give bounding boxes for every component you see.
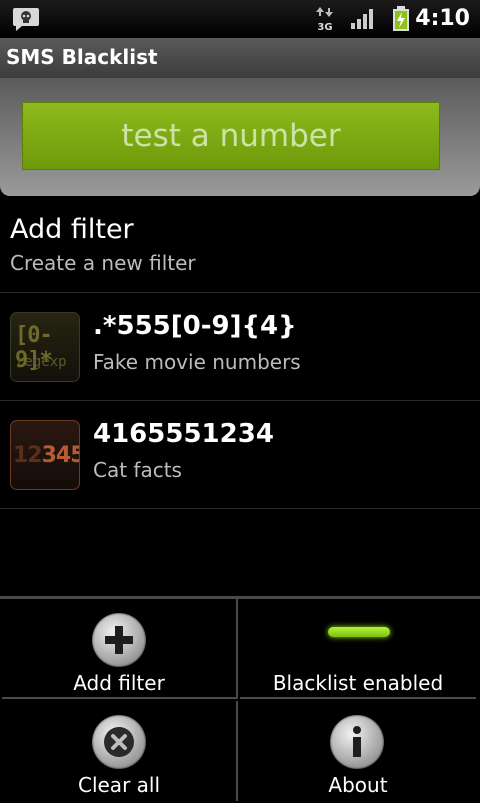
- menu-add-filter[interactable]: Add filter: [2, 599, 238, 699]
- signal-strength-icon: [351, 9, 373, 29]
- menu-about[interactable]: About: [240, 701, 476, 801]
- number-icon: 12345: [10, 420, 80, 490]
- add-filter-subtitle: Create a new filter: [10, 251, 196, 275]
- add-filter-row[interactable]: Add filter Create a new filter: [0, 196, 480, 293]
- filter-description: Fake movie numbers: [93, 350, 301, 374]
- list-item[interactable]: [0-9]* regexp .*555[0-9]{4} Fake movie n…: [0, 293, 480, 401]
- svg-text:3G: 3G: [317, 22, 332, 32]
- menu-add-filter-label: Add filter: [73, 671, 165, 695]
- menu-clear-all[interactable]: Clear all: [2, 701, 238, 801]
- test-number-button[interactable]: test a number: [22, 102, 440, 170]
- plus-icon: [92, 613, 146, 667]
- filter-description: Cat facts: [93, 458, 182, 482]
- clear-x-icon: [92, 715, 146, 769]
- menu-about-label: About: [328, 773, 388, 797]
- regexp-icon-subtext: regexp: [16, 354, 67, 370]
- 3g-data-icon: 3G: [316, 7, 333, 32]
- options-menu: Add filter Blacklist enabled Clear all A…: [0, 596, 480, 803]
- add-filter-title: Add filter: [10, 214, 134, 245]
- filter-list: Add filter Create a new filter [0-9]* re…: [0, 196, 480, 509]
- filter-pattern: .*555[0-9]{4}: [93, 311, 297, 341]
- header-area: test a number: [0, 78, 480, 196]
- number-icon-text-dim: 12: [13, 443, 43, 468]
- sms-notification-icon: [13, 8, 39, 31]
- menu-blacklist-toggle[interactable]: Blacklist enabled: [240, 599, 476, 699]
- regexp-icon: [0-9]* regexp: [10, 312, 80, 382]
- filter-pattern: 4165551234: [93, 419, 274, 449]
- enabled-indicator-icon: [328, 627, 390, 637]
- menu-blacklist-enabled-label: Blacklist enabled: [272, 671, 444, 695]
- menu-clear-all-label: Clear all: [77, 773, 161, 797]
- status-bar: 3G 4:10: [0, 0, 480, 38]
- list-item[interactable]: 12345 4165551234 Cat facts: [0, 401, 480, 509]
- info-icon: [330, 715, 384, 769]
- battery-charging-icon: [393, 6, 409, 31]
- number-icon-text: 12345: [13, 443, 79, 468]
- title-bar: SMS Blacklist: [0, 38, 480, 78]
- app-title: SMS Blacklist: [6, 45, 158, 69]
- number-icon-text-bright: 345: [41, 443, 79, 468]
- clock: 4:10: [415, 6, 470, 31]
